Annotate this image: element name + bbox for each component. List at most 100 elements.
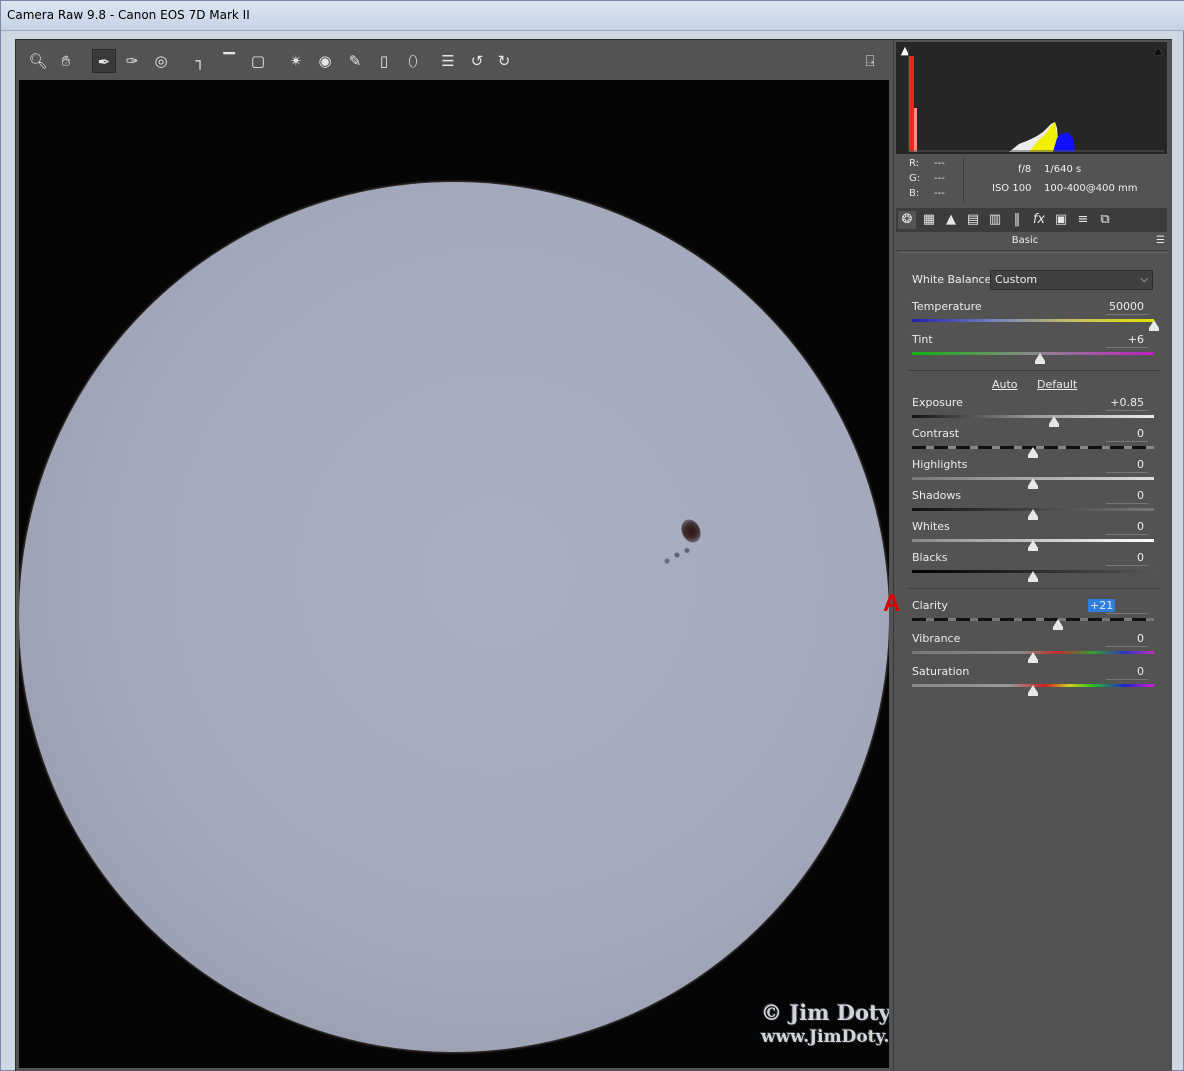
clarity-track [912, 618, 1154, 621]
contrast-value[interactable]: 0 [1100, 427, 1144, 440]
temperature-track [912, 319, 1154, 322]
radial-filter-tool[interactable]: ⬯ [401, 49, 425, 73]
temperature-thumb[interactable] [1149, 320, 1159, 331]
spot-removal-icon: ✴ [289, 52, 303, 70]
white-balance-label: White Balance: [912, 273, 996, 286]
magnifier-icon: 🔍︎ [28, 52, 48, 70]
basic-icon[interactable]: ❂ [898, 211, 916, 229]
highlights-label: Highlights [912, 458, 968, 471]
rotate-right-button[interactable]: ↻ [492, 49, 516, 73]
b-value: --- [934, 188, 945, 199]
exposure-value[interactable]: +0.85 [1100, 396, 1144, 409]
image-preview[interactable]: © Jim Doty, Jr. www.JimDoty.com [19, 80, 889, 1068]
clarity-thumb[interactable] [1053, 619, 1064, 630]
hsl-icon[interactable]: ▤ [964, 211, 982, 229]
highlights-thumb[interactable] [1028, 478, 1038, 489]
white-balance-value: Custom [995, 273, 1038, 286]
rotate-cw-icon: ↻ [497, 52, 511, 70]
straighten-tool[interactable]: ▔ [217, 49, 241, 73]
saturation-value[interactable]: 0 [1100, 665, 1144, 678]
zoom-tool[interactable]: 🔍︎ [26, 49, 50, 73]
tint-thumb[interactable] [1035, 353, 1046, 364]
lens-corrections-icon[interactable]: ‖ [1008, 211, 1026, 229]
adjustment-brush-tool[interactable]: ✎ [343, 49, 367, 73]
white-balance-select[interactable]: Custom ⌵ [990, 270, 1153, 290]
tint-label: Tint [912, 333, 933, 346]
blacks-value[interactable]: 0 [1100, 551, 1144, 564]
chevron-down-icon: ⌵ [1140, 274, 1148, 285]
histogram-graph [909, 56, 1164, 152]
exposure-thumb[interactable] [1048, 416, 1059, 427]
tone-curve-icon[interactable]: ▦ [920, 211, 938, 229]
highlights-value[interactable]: 0 [1100, 458, 1144, 471]
preferences-button[interactable]: ☰ [436, 49, 460, 73]
blacks-thumb[interactable] [1028, 571, 1038, 582]
targeted-adjustment-tool[interactable]: ◎ [149, 49, 173, 73]
ellipse-icon: ⬯ [408, 52, 418, 70]
crop-tool[interactable]: ┐ [188, 49, 212, 73]
shutter-speed: 1/640 s [1044, 164, 1082, 175]
snapshots-icon[interactable]: ⧉ [1096, 211, 1114, 229]
vibrance-value[interactable]: 0 [1100, 632, 1144, 645]
crop-icon: ┐ [195, 52, 205, 70]
blacks-label: Blacks [912, 551, 948, 564]
g-value: --- [934, 173, 945, 184]
eyedropper-icon: ✒ [97, 53, 111, 71]
shadows-label: Shadows [912, 489, 962, 502]
white-balance-tool[interactable]: ✒ [92, 49, 116, 73]
hand-icon: ✋︎ [61, 52, 71, 70]
vibrance-thumb[interactable] [1028, 652, 1038, 663]
panel-title: Basic [1011, 235, 1039, 246]
shadows-value[interactable]: 0 [1100, 489, 1144, 502]
effects-icon[interactable]: fx [1030, 211, 1048, 229]
graduated-filter-tool[interactable]: ▯ [372, 49, 396, 73]
camera-raw-app: 🔍︎ ✋︎ ✒ ✑ ◎ ┐ ▔ ▢ ✴ ◉ ✎ ▯ ⬯ ☰ ↺ ↻ ⍈ © Ji [15, 39, 1172, 1071]
clarity-value[interactable]: +21 [1088, 599, 1116, 612]
gradient-icon: ▯ [379, 52, 389, 70]
red-eye-tool[interactable]: ◉ [313, 49, 337, 73]
clarity-label: Clarity [912, 599, 948, 612]
split-toning-icon[interactable]: ▥ [986, 211, 1004, 229]
adjustments-panel: ▲ ▲ R: --- G: --- B: --- f/8 1/640 s ISO… [893, 40, 1172, 1071]
histogram-plot [908, 48, 1164, 152]
temperature-value[interactable]: 50000 [1100, 300, 1144, 313]
whites-thumb[interactable] [1028, 540, 1038, 551]
presets-icon[interactable]: ≡ [1074, 211, 1092, 229]
camera-calibration-icon[interactable]: ▣ [1052, 211, 1070, 229]
window-title: Camera Raw 9.8 - Canon EOS 7D Mark II [7, 8, 250, 22]
contrast-label: Contrast [912, 427, 960, 440]
color-sampler-tool[interactable]: ✑ [120, 49, 144, 73]
vibrance-label: Vibrance [912, 632, 961, 645]
title-bar[interactable]: Camera Raw 9.8 - Canon EOS 7D Mark II [1, 1, 1184, 31]
panel-menu-icon[interactable]: ☰ [1156, 235, 1165, 246]
fullscreen-button[interactable]: ⍈ [858, 49, 882, 73]
detail-icon[interactable]: ▲ [942, 211, 960, 229]
annotation-marker: A [883, 590, 901, 617]
target-icon: ◎ [154, 52, 168, 70]
contrast-thumb[interactable] [1028, 447, 1038, 458]
tint-track [912, 352, 1154, 355]
camera-raw-window: Camera Raw 9.8 - Canon EOS 7D Mark II 🔍︎… [0, 0, 1184, 1071]
auto-link[interactable]: Auto [992, 378, 1018, 391]
default-link[interactable]: Default [1037, 378, 1077, 391]
saturation-thumb[interactable] [1028, 685, 1038, 696]
spot-removal-tool[interactable]: ✴ [284, 49, 308, 73]
sun-image [19, 182, 889, 1052]
whites-value[interactable]: 0 [1100, 520, 1144, 533]
saturation-label: Saturation [912, 665, 970, 678]
histogram: ▲ ▲ [896, 42, 1167, 154]
basic-controls: White Balance: Custom ⌵ Temperature 5000… [898, 252, 1167, 732]
list-icon: ☰ [441, 52, 455, 70]
transform-tool[interactable]: ▢ [246, 49, 270, 73]
whites-label: Whites [912, 520, 950, 533]
watermark-copyright: © Jim Doty, Jr. [761, 1000, 889, 1025]
watermark: © Jim Doty, Jr. www.JimDoty.com [761, 1000, 889, 1047]
tint-value[interactable]: +6 [1100, 333, 1144, 346]
r-label: R: [909, 158, 920, 169]
hand-tool[interactable]: ✋︎ [54, 49, 78, 73]
panel-header: Basic ☰ [896, 233, 1167, 251]
exposure-track [912, 415, 1154, 418]
rotate-ccw-icon: ↺ [470, 52, 484, 70]
shadows-thumb[interactable] [1028, 509, 1038, 520]
rotate-left-button[interactable]: ↺ [465, 49, 489, 73]
